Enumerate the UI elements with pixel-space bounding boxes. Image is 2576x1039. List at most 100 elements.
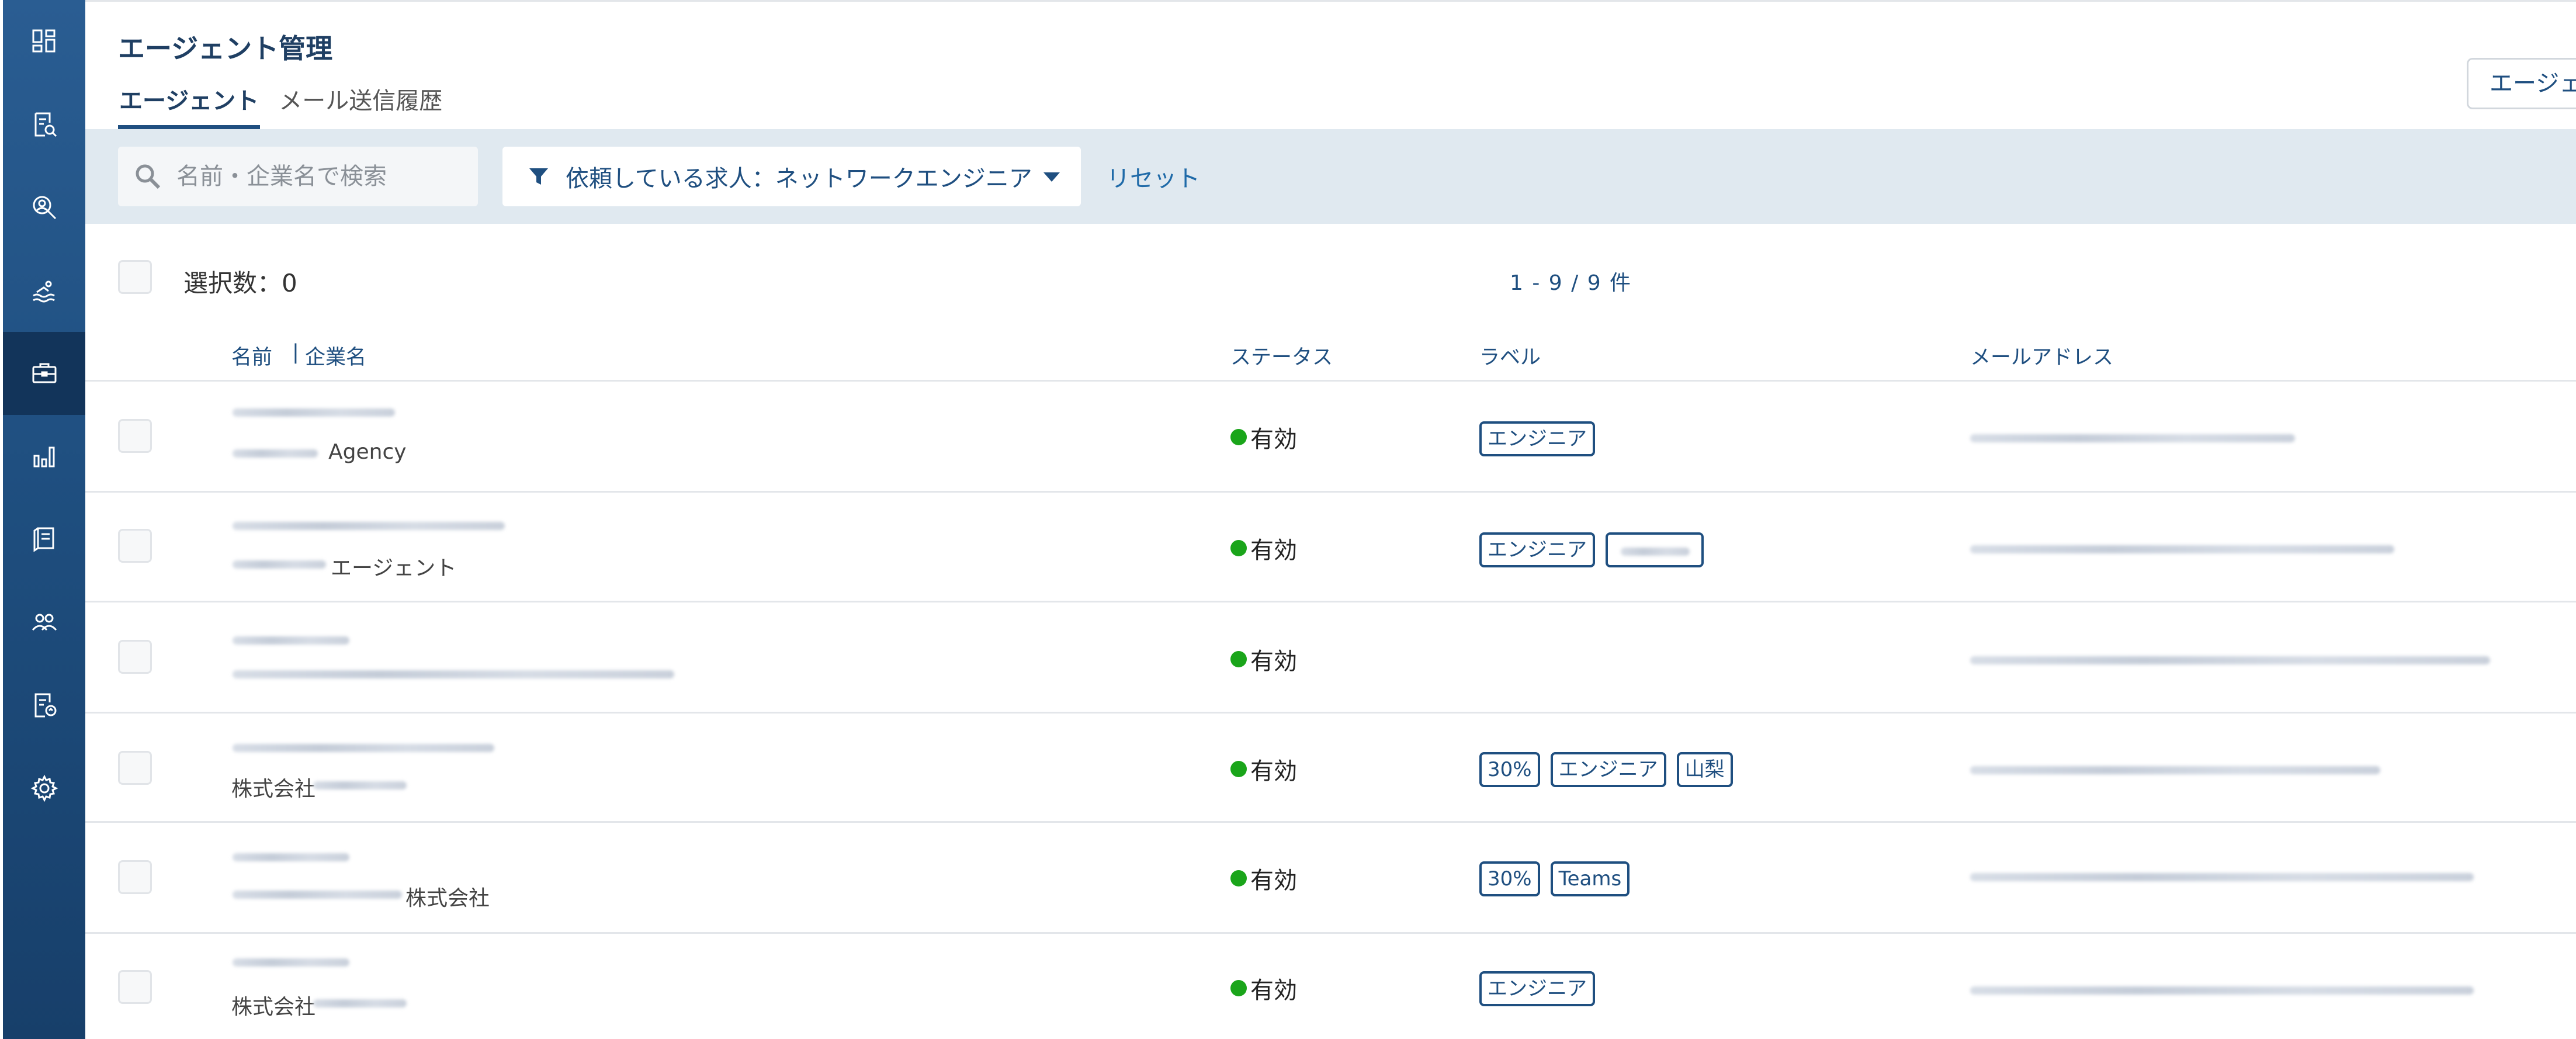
- sidebar-item-swim[interactable]: [3, 249, 85, 332]
- label-list: 30% エンジニア 山梨: [1479, 752, 1743, 787]
- bar-chart-icon: [33, 446, 54, 467]
- page-title: エージェント管理: [118, 33, 333, 64]
- sidebar-item-dashboard[interactable]: [3, 0, 85, 83]
- column-separator: |: [292, 341, 299, 364]
- column-header-company[interactable]: 企業名: [305, 341, 366, 370]
- label-list: 30% Teams: [1479, 861, 1640, 896]
- search-box[interactable]: [118, 147, 478, 206]
- email-redacted: [1970, 545, 2394, 553]
- row-checkbox[interactable]: [118, 419, 152, 453]
- label-list: エンジニア: [1479, 971, 1606, 1006]
- status-dot: [1230, 540, 1247, 556]
- label-tag: エンジニア: [1479, 421, 1595, 456]
- sidebar-item-search[interactable]: [3, 166, 85, 249]
- company-redacted: [233, 891, 402, 899]
- row-checkbox[interactable]: [118, 970, 152, 1004]
- search-icon: [136, 164, 161, 189]
- table-row[interactable]: Agency 有効 エンジニア: [85, 380, 2576, 491]
- company-name: エージェント: [331, 556, 457, 580]
- table-row[interactable]: 有効: [85, 601, 2576, 712]
- column-header-name[interactable]: 名前: [231, 341, 272, 370]
- email-redacted: [1970, 434, 2295, 442]
- select-all-checkbox[interactable]: [118, 260, 152, 294]
- sidebar-item-reports[interactable]: [3, 415, 85, 498]
- status-badge: 有効: [1230, 642, 1297, 676]
- add-agent-button[interactable]: エージェ: [2467, 58, 2576, 109]
- email-redacted: [1970, 766, 2380, 774]
- company-redacted: [233, 449, 318, 458]
- company-redacted: [233, 670, 674, 678]
- sidebar-item-users[interactable]: [3, 581, 85, 664]
- company-redacted: [313, 781, 407, 789]
- agent-name-redacted: [233, 744, 494, 752]
- label-tag: Teams: [1550, 861, 1630, 896]
- label-tag: 山梨: [1676, 752, 1733, 787]
- table-row[interactable]: 株式会社 有効 エンジニア: [85, 932, 2576, 1039]
- status-dot: [1230, 651, 1247, 667]
- status-dot: [1230, 429, 1247, 445]
- tab-email-history[interactable]: メール送信履歴: [278, 84, 443, 129]
- sidebar: [3, 0, 85, 1039]
- agent-name-redacted: [233, 958, 349, 967]
- table-row[interactable]: 株式会社 有効 30% Teams: [85, 821, 2576, 932]
- status-badge: 有効: [1230, 420, 1297, 454]
- status-badge: 有効: [1230, 531, 1297, 565]
- company-name: 株式会社: [231, 777, 316, 801]
- label-tag: エンジニア: [1550, 752, 1666, 787]
- row-checkbox[interactable]: [118, 640, 152, 674]
- company-name: 株式会社: [405, 886, 490, 910]
- company-name: 株式会社: [231, 995, 316, 1019]
- search-input[interactable]: [176, 147, 469, 206]
- briefcase-icon: [32, 363, 56, 383]
- status-badge: 有効: [1230, 971, 1297, 1005]
- document-refresh-icon: [34, 693, 56, 718]
- status-dot: [1230, 761, 1247, 777]
- dashboard-icon: [32, 29, 55, 53]
- sidebar-item-documents[interactable]: [3, 83, 85, 166]
- tab-bar: エージェント メール送信履歴: [118, 84, 461, 129]
- label-tag: 30%: [1479, 861, 1540, 896]
- email-redacted: [1970, 873, 2474, 881]
- agent-name-redacted: [233, 522, 505, 530]
- company-name: Agency: [328, 440, 407, 464]
- sidebar-item-book[interactable]: [3, 498, 85, 581]
- chevron-down-icon: [1043, 172, 1060, 182]
- sidebar-item-settings[interactable]: [3, 747, 85, 830]
- sidebar-item-history[interactable]: [3, 664, 85, 747]
- email-redacted: [1970, 986, 2474, 995]
- table-row[interactable]: 株式会社 有効 30% エンジニア 山梨: [85, 712, 2576, 821]
- column-header-email[interactable]: メールアドレス: [1970, 341, 2113, 370]
- document-search-icon: [34, 112, 57, 137]
- label-tag-redacted: [1606, 532, 1704, 567]
- filter-bar: 依頼している求人：ネットワークエンジニア リセット: [85, 129, 2576, 224]
- label-tag: エンジニア: [1479, 532, 1595, 567]
- book-icon: [33, 527, 54, 552]
- job-filter-dropdown[interactable]: 依頼している求人：ネットワークエンジニア: [502, 147, 1081, 206]
- agent-name-redacted: [233, 853, 349, 861]
- status-dot: [1230, 870, 1247, 886]
- row-checkbox[interactable]: [118, 860, 152, 894]
- label-list: エンジニア: [1479, 532, 1714, 567]
- label-list: エンジニア: [1479, 421, 1606, 456]
- tab-agents[interactable]: エージェント: [118, 84, 261, 129]
- person-search-icon: [33, 196, 56, 220]
- status-badge: 有効: [1230, 861, 1297, 895]
- sidebar-item-agents[interactable]: [3, 332, 85, 415]
- label-tag: エンジニア: [1479, 971, 1595, 1006]
- pagination-info: 1 - 9 / 9 件: [1510, 271, 1632, 295]
- status-dot: [1230, 980, 1247, 996]
- status-badge: 有効: [1230, 752, 1297, 786]
- row-checkbox[interactable]: [118, 751, 152, 785]
- label-tag: 30%: [1479, 752, 1540, 787]
- agent-name-redacted: [233, 408, 395, 417]
- reset-link[interactable]: リセット: [1107, 160, 1200, 193]
- filter-label: 依頼している求人：ネットワークエンジニア: [566, 165, 1032, 192]
- main-content: エージェント管理 エージェント メール送信履歴 エージェ 依頼している求人：ネッ…: [85, 0, 2576, 1039]
- column-header-label[interactable]: ラベル: [1479, 341, 1541, 370]
- column-header-status[interactable]: ステータス: [1230, 341, 1333, 370]
- row-checkbox[interactable]: [118, 529, 152, 563]
- agent-name-redacted: [233, 636, 349, 645]
- people-icon: [32, 614, 57, 631]
- selected-count: 選択数：0: [183, 269, 297, 297]
- table-row[interactable]: エージェント 有効 エンジニア: [85, 491, 2576, 601]
